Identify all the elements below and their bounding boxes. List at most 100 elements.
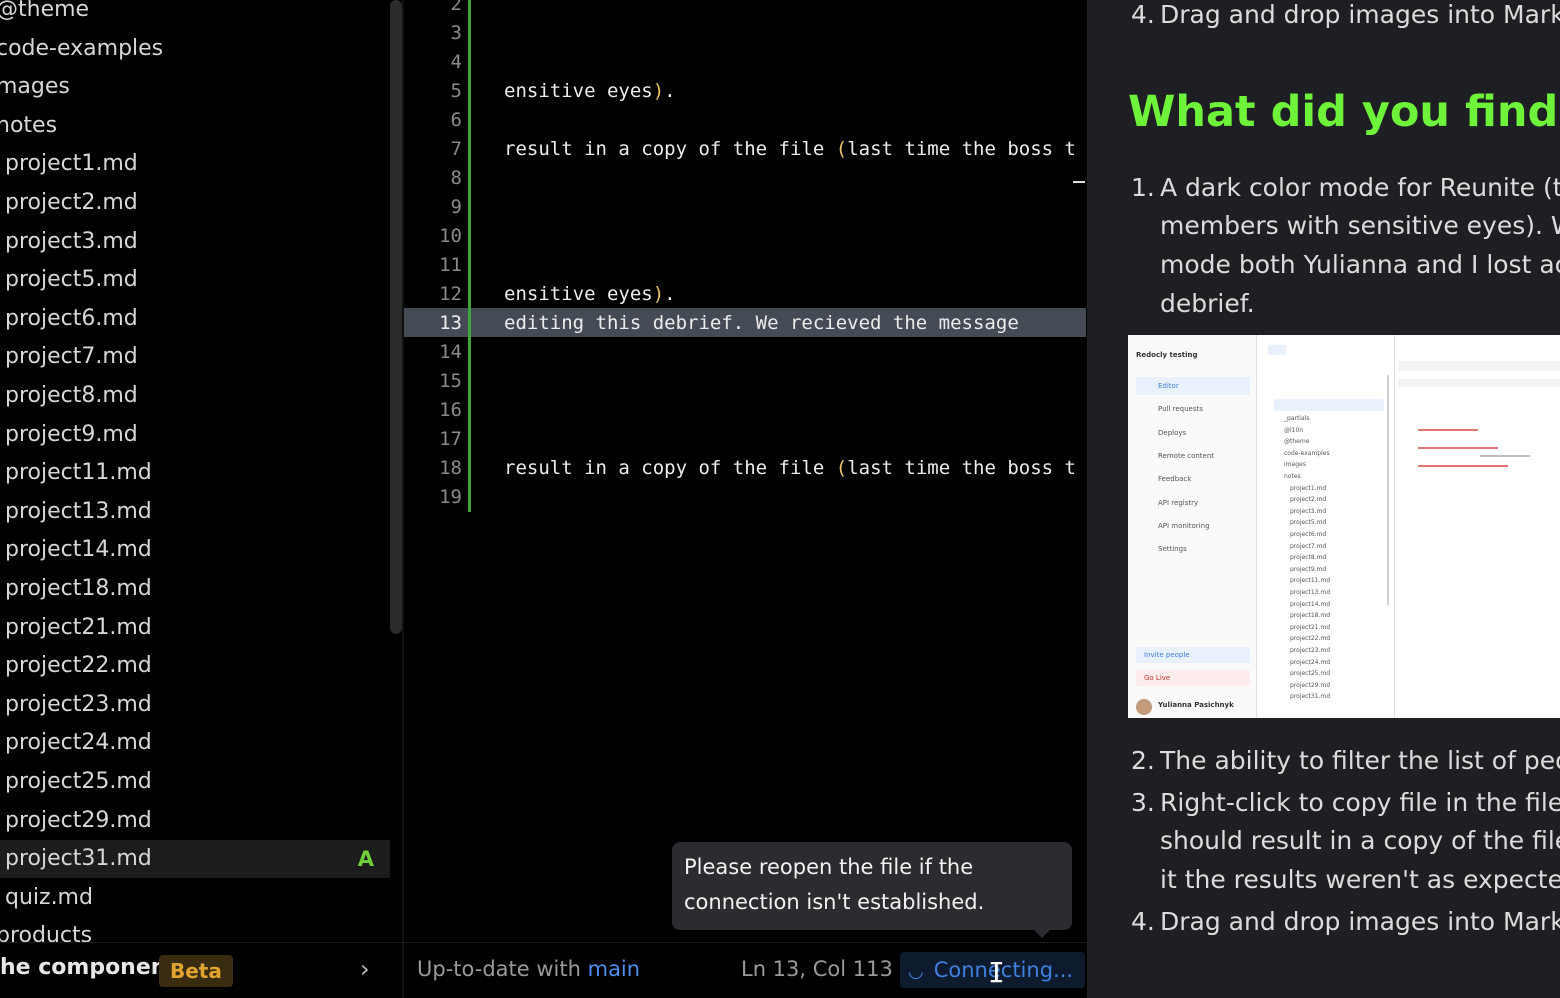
line-number: 7: [450, 138, 462, 160]
file-tree-item-label: project31.md: [5, 846, 152, 871]
mini-invite-button: Invite people: [1144, 651, 1190, 659]
file-tree-item-label: project13.md: [5, 499, 152, 524]
file-tree-item[interactable]: quiz.md: [0, 879, 390, 917]
file-tree-item[interactable]: project24.md: [0, 724, 390, 762]
mini-file-item: notes: [1284, 473, 1301, 480]
list-item-text: The ability to filter the list of peopl: [1160, 746, 1560, 775]
file-tree-item[interactable]: project23.md: [0, 686, 390, 724]
file-tree-item-label: project6.md: [5, 306, 138, 331]
markdown-preview: 4. Drag and drop images into Markdo What…: [1087, 0, 1560, 998]
line-number: 9: [450, 196, 462, 218]
mini-file-item: images: [1284, 461, 1306, 469]
mini-nav-item: API monitoring: [1158, 521, 1210, 530]
beta-badge: Beta: [159, 955, 233, 987]
list-item-text: Right-click to copy file in the filetre: [1160, 788, 1560, 817]
mini-file-item: project25.md: [1290, 670, 1331, 678]
list-number: 2.: [1131, 746, 1155, 775]
mini-file-item: project29.md: [1290, 681, 1331, 689]
git-change-gutter-bar: [468, 0, 471, 512]
mini-file-item: project2.md: [1290, 496, 1327, 504]
file-tree-item[interactable]: project9.md: [0, 416, 390, 454]
list-item-text: mode both Yulianna and I lost acce: [1160, 250, 1560, 279]
chevron-right-icon[interactable]: ›: [360, 955, 370, 983]
file-tree-item-label: project22.md: [5, 653, 152, 678]
file-tree-item-label: project18.md: [5, 576, 152, 601]
file-tree-item[interactable]: project31.md A: [0, 840, 390, 878]
file-tree-item[interactable]: project6.md: [0, 300, 390, 338]
mini-file-item: project23.md: [1290, 647, 1331, 654]
file-tree-item[interactable]: project21.md: [0, 609, 390, 647]
file-tree-item[interactable]: @theme: [0, 0, 390, 29]
file-tree-item[interactable]: project29.md: [0, 802, 390, 840]
mini-file-item: project8.md: [1290, 554, 1327, 562]
code-line[interactable]: ensitive eyes).: [504, 280, 676, 309]
paren-token: ): [652, 283, 665, 305]
code-text: result in a copy of the file: [504, 138, 836, 160]
git-added-badge: A: [357, 847, 374, 871]
list-item-text: Drag and drop images into Markdo: [1160, 907, 1560, 936]
code-text: ensitive eyes: [504, 283, 653, 305]
file-tree-item[interactable]: project14.md: [0, 531, 390, 569]
mini-nav-item: Editor: [1158, 382, 1179, 390]
file-tree-item[interactable]: project22.md: [0, 647, 390, 685]
connection-tooltip: Please reopen the file if the connection…: [672, 842, 1072, 938]
status-bar: Up-to-date with main Ln 13, Col 113 ◡ Con…: [404, 942, 1086, 998]
file-tree-item-label: project11.md: [5, 460, 152, 485]
file-tree-item[interactable]: project13.md: [0, 493, 390, 531]
sync-text: Up-to-date with: [417, 957, 581, 981]
tooltip-arrow: [1034, 930, 1050, 938]
list-item-text: members with sensitive eyes). Wh: [1160, 211, 1560, 240]
embedded-screenshot-image: Redocly testing Editor Pull requests Deplo…: [1128, 335, 1560, 718]
mini-file-item: project3.md: [1290, 507, 1327, 515]
sidebar-scrollbar[interactable]: [390, 0, 402, 634]
file-tree-item-label: project23.md: [5, 692, 152, 717]
file-tree-item-label: project2.md: [5, 190, 138, 215]
file-tree-item[interactable]: code-examples: [0, 30, 390, 68]
file-tree-item[interactable]: project25.md: [0, 763, 390, 801]
branch-name[interactable]: main: [588, 957, 640, 981]
git-sync-status[interactable]: Up-to-date with main: [417, 957, 640, 981]
list-item-text: it the results weren't as expected).: [1160, 865, 1560, 894]
file-tree-item[interactable]: project1.md: [0, 145, 390, 183]
mini-nav-item: Remote content: [1158, 451, 1215, 460]
code-line[interactable]: editing this debrief. We recieved the me…: [504, 309, 1019, 338]
code-line[interactable]: result in a copy of the file (last time …: [504, 454, 1076, 483]
file-tree-item-label: notes: [0, 113, 58, 138]
file-tree-item[interactable]: project2.md: [0, 184, 390, 222]
file-tree-item-label: code-examples: [0, 36, 164, 61]
mini-nav-item: Feedback: [1158, 475, 1192, 484]
mini-file-item: project14.md: [1290, 600, 1331, 608]
mini-golive-button: Go Live: [1144, 674, 1171, 682]
mini-file-item: project13.md: [1290, 589, 1331, 596]
list-item-text: should result in a copy of the file (l: [1160, 826, 1560, 855]
paren-token: (: [835, 457, 848, 479]
file-tree-item[interactable]: project8.md: [0, 377, 390, 415]
code-text: .: [664, 283, 676, 305]
file-tree-item-label: quiz.md: [5, 885, 93, 910]
file-tree-item[interactable]: project7.md: [0, 338, 390, 376]
line-number: 14: [439, 341, 462, 363]
file-tree-item-label: project9.md: [5, 422, 138, 447]
list-item-text: Drag and drop images into Markdo: [1160, 0, 1560, 29]
line-number: 4: [450, 51, 462, 73]
spinner-icon: ◡: [908, 961, 924, 982]
code-line[interactable]: ensitive eyes).: [504, 77, 676, 106]
code-editor[interactable]: 2 3 4 5 ensitive eyes). 6 7 result in a copy of…: [404, 0, 1086, 998]
code-line[interactable]: result in a copy of the file (last time …: [504, 135, 1076, 164]
file-tree-item[interactable]: notes: [0, 107, 390, 145]
file-tree-item-label: project5.md: [5, 267, 138, 292]
file-tree-sidebar: @theme code-examples mages notes project1.md…: [0, 0, 403, 998]
file-tree-item-label: mages: [0, 74, 70, 99]
file-tree-item[interactable]: project11.md: [0, 454, 390, 492]
sidebar-footer[interactable]: he components Beta ›: [0, 942, 403, 998]
file-tree-item[interactable]: mages: [0, 68, 390, 106]
line-number: 16: [439, 399, 462, 421]
code-text: editing this debrief. We recieved the me…: [504, 312, 1019, 334]
mini-file-item: project24.md: [1290, 658, 1331, 666]
line-number: 2: [450, 0, 462, 15]
file-tree-item[interactable]: project5.md: [0, 261, 390, 299]
tooltip-text: Please reopen the file if the connection…: [684, 855, 985, 914]
cursor-position[interactable]: Ln 13, Col 113: [741, 957, 893, 981]
file-tree-item[interactable]: project18.md: [0, 570, 390, 608]
file-tree-item[interactable]: project3.md: [0, 223, 390, 261]
